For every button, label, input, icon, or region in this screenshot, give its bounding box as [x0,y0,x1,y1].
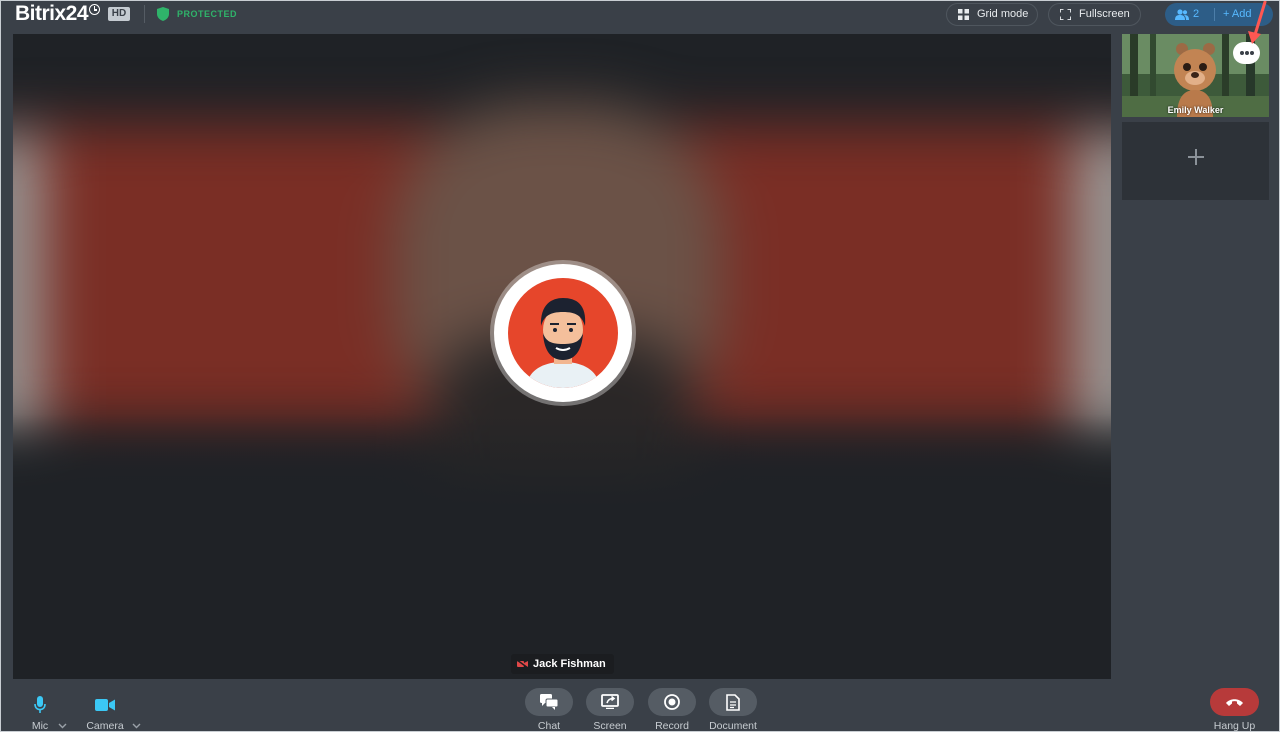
chat-icon [540,694,558,710]
participant-name: Emily Walker [1167,105,1224,115]
add-participant-slot[interactable] [1122,122,1269,200]
phone-hangup-icon [1226,699,1243,706]
grid-icon [958,9,969,20]
mic-label: Mic [31,720,49,732]
fullscreen-icon [1060,9,1071,20]
record-button[interactable]: Record [648,686,696,732]
clock-icon [89,4,100,15]
document-icon [726,694,740,711]
camera-off-icon [517,660,528,668]
speaker-avatar [494,264,632,402]
mic-chevron-down-icon[interactable] [58,723,67,729]
video-camera-icon [95,699,115,711]
man-avatar-icon [526,298,600,388]
speaker-name: Jack Fishman [533,658,606,670]
plus-icon [1188,149,1204,165]
camera-chevron-down-icon[interactable] [132,723,141,729]
record-label: Record [655,720,689,732]
camera-control[interactable]: Camera [82,686,128,732]
grid-mode-label: Grid mode [977,8,1029,20]
record-icon [664,694,680,710]
camera-label: Camera [86,720,124,732]
grid-mode-button[interactable]: Grid mode [946,3,1038,26]
hd-badge: HD [108,7,130,21]
hang-up-button[interactable] [1210,688,1259,716]
divider [1214,8,1215,21]
speaker-name-tag: Jack Fishman [511,654,614,674]
screen-share-button[interactable]: Screen [586,686,634,732]
divider [144,5,145,23]
screen-label: Screen [593,720,627,732]
chat-label: Chat [537,720,561,732]
fullscreen-label: Fullscreen [1079,8,1130,20]
hang-up-label: Hang Up [1213,720,1256,732]
fullscreen-button[interactable]: Fullscreen [1048,3,1141,26]
document-button[interactable]: Document [709,686,757,732]
shield-icon [157,7,169,21]
mic-control[interactable]: Mic [20,686,60,732]
top-bar: Bitrix24 HD PROTECTED Grid mode Fullscre… [0,0,1280,30]
protected-label: PROTECTED [177,9,238,19]
annotation-arrow-icon [1248,0,1267,44]
users-icon [1175,9,1189,20]
main-video-stage[interactable]: Jack Fishman [13,34,1111,679]
microphone-icon [34,696,46,713]
participants-count[interactable]: 2 [1193,3,1199,26]
bitrix24-logo: Bitrix24 [15,2,89,25]
chat-button[interactable]: Chat [525,686,573,732]
document-label: Document [709,720,757,732]
ellipsis-icon [1240,51,1244,55]
screen-share-icon [601,694,619,709]
